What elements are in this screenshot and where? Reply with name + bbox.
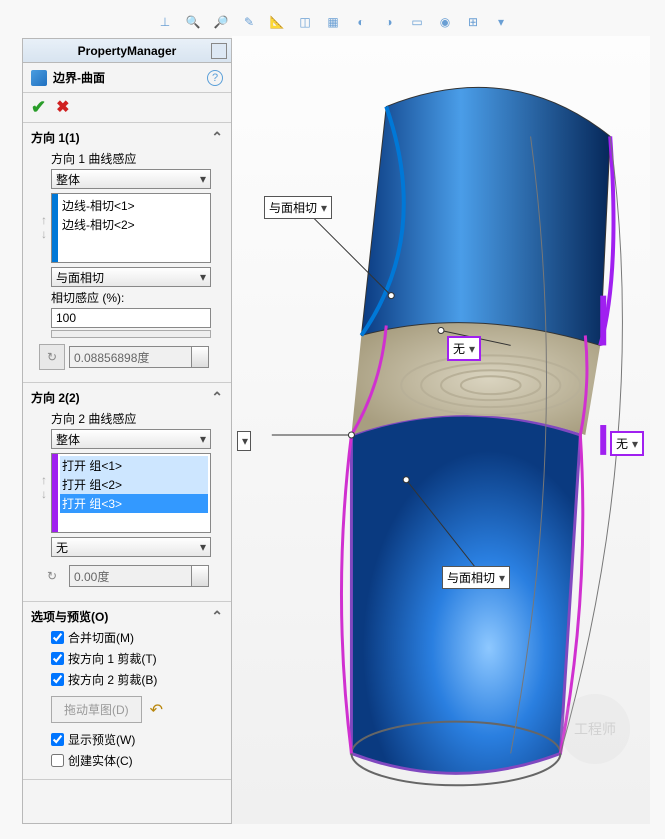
list-item[interactable]: 打开 组<1> bbox=[60, 456, 208, 475]
list-item[interactable]: 打开 组<3> bbox=[60, 494, 208, 513]
3d-viewport[interactable]: 与面相切 无 无 与面相切 工程师 bbox=[232, 36, 650, 824]
feature-title-row: 边界-曲面 ? bbox=[23, 63, 231, 93]
callout-blank[interactable] bbox=[237, 431, 251, 451]
callout-none-1[interactable]: 无 bbox=[447, 336, 481, 361]
callout-tangent-1[interactable]: 与面相切 bbox=[264, 196, 332, 219]
direction1-section: 方向 1(1) ⌃ 方向 1 曲线感应 整体 ↑↓ 边线-相切<1> 边线-相切… bbox=[23, 123, 231, 383]
tool-icon[interactable]: ▦ bbox=[323, 12, 343, 32]
dir1-curve-dropdown[interactable]: 整体 bbox=[51, 169, 211, 189]
dir1-tangent-dropdown[interactable]: 与面相切 bbox=[51, 267, 211, 287]
tool-icon[interactable]: 🔍 bbox=[183, 12, 203, 32]
options-header[interactable]: 选项与预览(O) ⌃ bbox=[31, 608, 223, 625]
collapse-icon[interactable]: ⌃ bbox=[211, 129, 223, 146]
pm-header: PropertyManager bbox=[23, 39, 231, 63]
tool-icon[interactable]: 📐 bbox=[267, 12, 287, 32]
tool-icon[interactable]: ◑ bbox=[379, 12, 399, 32]
angle-icon: ↻ bbox=[39, 563, 65, 589]
list-item[interactable]: 打开 组<2> bbox=[60, 475, 208, 494]
reorder-arrows[interactable]: ↑↓ bbox=[41, 213, 47, 241]
merge-checkbox[interactable]: 合并切面(M) bbox=[51, 629, 223, 646]
angle-icon[interactable]: ↻ bbox=[39, 344, 65, 370]
watermark: 工程师 bbox=[560, 694, 630, 764]
tool-icon[interactable]: ✎ bbox=[239, 12, 259, 32]
solid-checkbox[interactable]: 创建实体(C) bbox=[51, 752, 223, 769]
tool-icon[interactable]: 🔎 bbox=[211, 12, 231, 32]
tool-icon[interactable]: ◉ bbox=[435, 12, 455, 32]
dir2-curve-dropdown[interactable]: 整体 bbox=[51, 429, 211, 449]
tool-icon[interactable]: ▭ bbox=[407, 12, 427, 32]
tool-icon[interactable]: ⊞ bbox=[463, 12, 483, 32]
callout-tangent-2[interactable]: 与面相切 bbox=[442, 566, 510, 589]
cancel-button[interactable]: ✖ bbox=[56, 97, 69, 118]
tangent-pct-label: 相切感应 (%): bbox=[51, 289, 223, 306]
action-row: ✔ ✖ bbox=[23, 93, 231, 123]
property-panel: PropertyManager 边界-曲面 ? ✔ ✖ 方向 1(1) ⌃ 方向… bbox=[22, 38, 232, 824]
collapse-icon[interactable]: ⌃ bbox=[211, 608, 223, 625]
tool-icon[interactable]: ◐ bbox=[351, 12, 371, 32]
pin-icon[interactable] bbox=[211, 43, 227, 59]
tool-icon[interactable]: ⊥ bbox=[155, 12, 175, 32]
undo-icon[interactable]: ↶ bbox=[150, 700, 163, 720]
tool-icon[interactable]: ▾ bbox=[491, 12, 511, 32]
dir1-angle-input[interactable]: 0.08856898度 bbox=[69, 346, 209, 368]
view-toolbar: ⊥ 🔍 🔎 ✎ 📐 ◫ ▦ ◐ ◑ ▭ ◉ ⊞ ▾ bbox=[155, 10, 645, 34]
drag-sketch-button[interactable]: 拖动草图(D) bbox=[51, 696, 142, 723]
dir1-header[interactable]: 方向 1(1) ⌃ bbox=[31, 129, 223, 146]
preview-checkbox[interactable]: 显示预览(W) bbox=[51, 731, 223, 748]
tool-icon[interactable]: ◫ bbox=[295, 12, 315, 32]
collapse-icon[interactable]: ⌃ bbox=[211, 389, 223, 406]
dir1-edges-list[interactable]: 边线-相切<1> 边线-相切<2> bbox=[51, 193, 211, 263]
list-item[interactable]: 边线-相切<2> bbox=[60, 215, 208, 234]
ok-button[interactable]: ✔ bbox=[31, 97, 46, 118]
trim2-checkbox[interactable]: 按方向 2 剪裁(B) bbox=[51, 671, 223, 688]
slider[interactable] bbox=[51, 330, 211, 338]
callout-none-2[interactable]: 无 bbox=[610, 431, 644, 456]
dir2-groups-list[interactable]: 打开 组<1> 打开 组<2> 打开 组<3> bbox=[51, 453, 211, 533]
dir1-curve-label: 方向 1 曲线感应 bbox=[51, 150, 223, 167]
dir2-angle-input[interactable]: 0.00度 bbox=[69, 565, 209, 587]
feature-title: 边界-曲面 bbox=[53, 69, 201, 86]
dir2-tangent-dropdown[interactable]: 无 bbox=[51, 537, 211, 557]
help-icon[interactable]: ? bbox=[207, 70, 223, 86]
reorder-arrows[interactable]: ↑↓ bbox=[41, 473, 47, 501]
boundary-surface-icon bbox=[31, 70, 47, 86]
tangent-pct-input[interactable]: 100 bbox=[51, 308, 211, 328]
direction2-section: 方向 2(2) ⌃ 方向 2 曲线感应 整体 ↑↓ 打开 组<1> 打开 组<2… bbox=[23, 383, 231, 602]
list-item[interactable]: 边线-相切<1> bbox=[60, 196, 208, 215]
pm-title: PropertyManager bbox=[78, 44, 177, 58]
trim1-checkbox[interactable]: 按方向 1 剪裁(T) bbox=[51, 650, 223, 667]
dir2-curve-label: 方向 2 曲线感应 bbox=[51, 410, 223, 427]
options-section: 选项与预览(O) ⌃ 合并切面(M) 按方向 1 剪裁(T) 按方向 2 剪裁(… bbox=[23, 602, 231, 780]
dir2-header[interactable]: 方向 2(2) ⌃ bbox=[31, 389, 223, 406]
